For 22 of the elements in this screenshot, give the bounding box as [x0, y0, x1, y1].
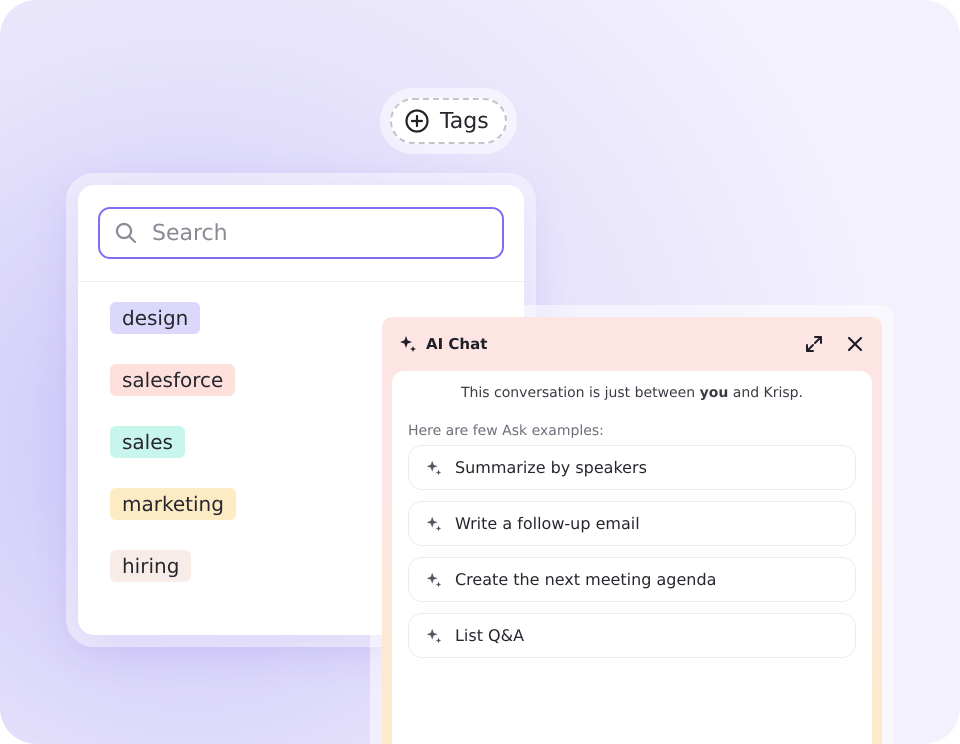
sparkle-icon [425, 458, 443, 476]
sparkle-icon [425, 514, 443, 532]
tag-chip[interactable]: hiring [110, 550, 192, 582]
close-icon[interactable] [846, 335, 864, 353]
example-prompt-button[interactable]: List Q&A [408, 613, 856, 658]
add-tags-button[interactable]: Tags [390, 98, 507, 144]
tag-chip[interactable]: sales [110, 426, 185, 458]
sparkle-icon [425, 626, 443, 644]
tag-chip[interactable]: design [110, 302, 200, 334]
example-prompt-button[interactable]: Write a follow-up email [408, 501, 856, 546]
privacy-notice: This conversation is just between you and Krisp. [460, 385, 804, 401]
search-field[interactable]: Search [98, 207, 504, 259]
sparkle-icon [425, 570, 443, 588]
tag-chip[interactable]: salesforce [110, 364, 236, 396]
plus-circle-icon [404, 108, 430, 134]
tag-chip[interactable]: marketing [110, 488, 236, 520]
example-prompt-button[interactable]: Summarize by speakers [408, 445, 856, 490]
sparkle-icon [398, 334, 418, 354]
example-prompt-button[interactable]: Create the next meeting agenda [408, 557, 856, 602]
examples-label: Here are few Ask examples: [408, 423, 605, 439]
expand-icon[interactable] [804, 334, 824, 354]
chat-title: AI Chat [426, 335, 488, 353]
